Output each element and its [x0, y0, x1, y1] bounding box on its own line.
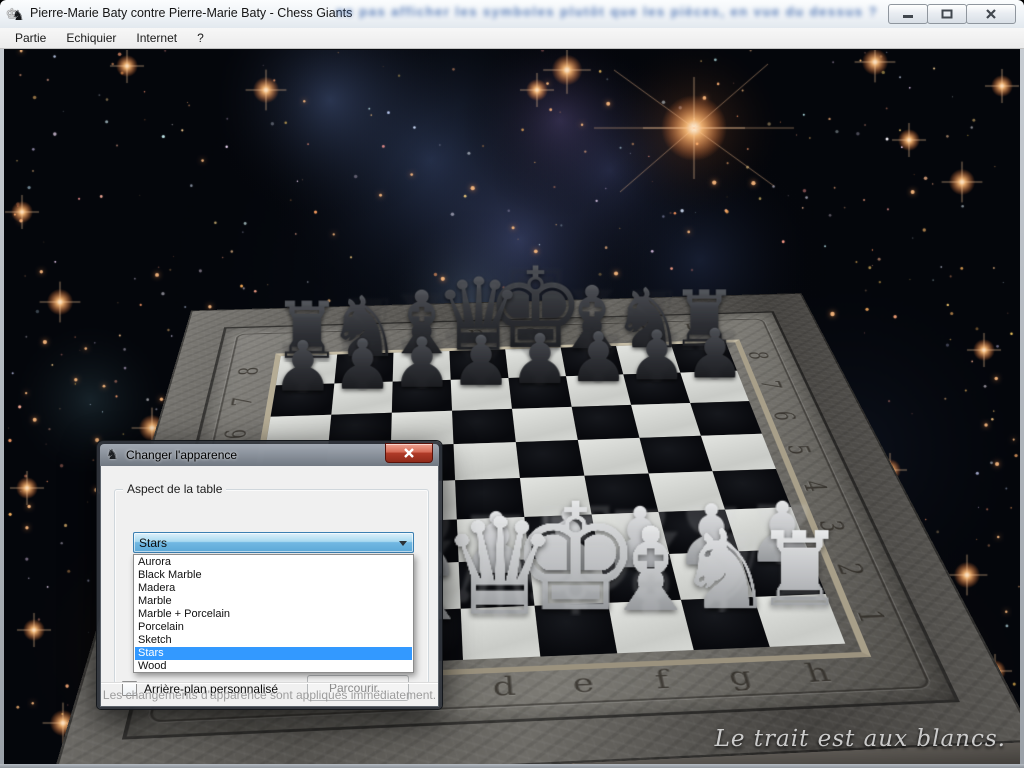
rank-label-left-7: 7 [227, 395, 261, 409]
appearance-dialog: ♞ Changer l'apparence Aspect de la table… [97, 441, 442, 709]
dropdown-option-marble[interactable]: Marble [135, 595, 412, 608]
file-label-far-f: f [573, 324, 598, 338]
dropdown-option-madera[interactable]: Madera [135, 582, 412, 595]
rank-label-right-7: 7 [752, 378, 787, 391]
close-icon [403, 448, 415, 458]
window-controls [889, 4, 1016, 24]
dialog-title: Changer l'apparence [126, 448, 237, 462]
file-label-far-e: e [519, 325, 543, 339]
rank-label-left-6: 6 [219, 427, 254, 442]
window-border-bottom [0, 764, 1024, 768]
file-label-far-h: h [680, 321, 706, 335]
app-icon: ♔ ♞ [7, 5, 25, 23]
menu-bar: PartieEchiquierInternet? [0, 28, 1024, 49]
dialog-titlebar[interactable]: ♞ Changer l'apparence [100, 444, 439, 466]
window-border-left [0, 49, 4, 768]
menu-item-partie[interactable]: Partie [6, 29, 55, 47]
rank-label-right-6: 6 [765, 409, 801, 423]
menu-item-echiquier[interactable]: Echiquier [57, 29, 125, 47]
dialog-knight-icon: ♞ [106, 446, 119, 463]
rank-label-right-8: 8 [741, 350, 775, 362]
rank-label-right-5: 5 [779, 443, 817, 458]
file-label-far-b: b [355, 330, 378, 345]
table-aspect-combobox[interactable]: Stars [133, 532, 414, 553]
black-knight-icon: ♞ [12, 6, 25, 24]
menu-item-[interactable]: ? [188, 29, 213, 47]
dialog-close-button[interactable] [385, 443, 433, 463]
dropdown-option-aurora[interactable]: Aurora [135, 556, 412, 569]
rank-label-left-8: 8 [233, 365, 265, 378]
dropdown-option-sketch[interactable]: Sketch [135, 634, 412, 647]
restore-icon [941, 9, 953, 19]
dialog-statusbar: Les changements d'apparence sont appliqu… [101, 682, 438, 706]
maximize-button[interactable] [927, 4, 967, 24]
file-label-far-g: g [626, 322, 652, 336]
groupbox-label: Aspect de la table [123, 482, 226, 496]
combobox-value: Stars [139, 536, 167, 550]
minimize-button[interactable] [888, 4, 928, 24]
file-label-far-a: a [299, 332, 323, 347]
window-title: Pierre-Marie Baty contre Pierre-Marie Ba… [30, 6, 352, 20]
window-border-right [1020, 49, 1024, 768]
dropdown-option-marble-porcelain[interactable]: Marble + Porcelain [135, 608, 412, 621]
turn-indicator: Le trait est aux blancs. [715, 726, 1006, 752]
file-label-far-d: d [465, 327, 488, 341]
combobox-dropdown-list: AuroraBlack MarbleMaderaMarbleMarble + P… [133, 554, 414, 673]
window-titlebar[interactable]: ♔ ♞ Pierre-Marie Baty contre Pierre-Mari… [0, 0, 1024, 29]
dropdown-option-porcelain[interactable]: Porcelain [135, 621, 412, 634]
chess-giants-window: ♜♜♞♞♝♝♛♛♚♚♝♝♞♞♜♜♟♟♟♟♟♟♟♟♟♟♟♟♟♟♟♟♟♟♟♟♟♟♟♟… [0, 0, 1024, 768]
close-icon [985, 9, 997, 19]
dropdown-option-stars[interactable]: Stars [135, 647, 412, 660]
dropdown-option-wood[interactable]: Wood [135, 660, 412, 673]
dialog-body: Aspect de la table Stars AuroraBlack Mar… [100, 466, 439, 707]
dropdown-option-black-marble[interactable]: Black Marble [135, 569, 412, 582]
chevron-down-icon [399, 541, 407, 546]
close-button[interactable] [966, 4, 1016, 24]
minimize-icon [902, 9, 914, 19]
menu-item-internet[interactable]: Internet [127, 29, 186, 47]
file-label-far-c: c [410, 328, 432, 342]
dialog-status-text: Les changements d'apparence sont appliqu… [103, 688, 436, 702]
